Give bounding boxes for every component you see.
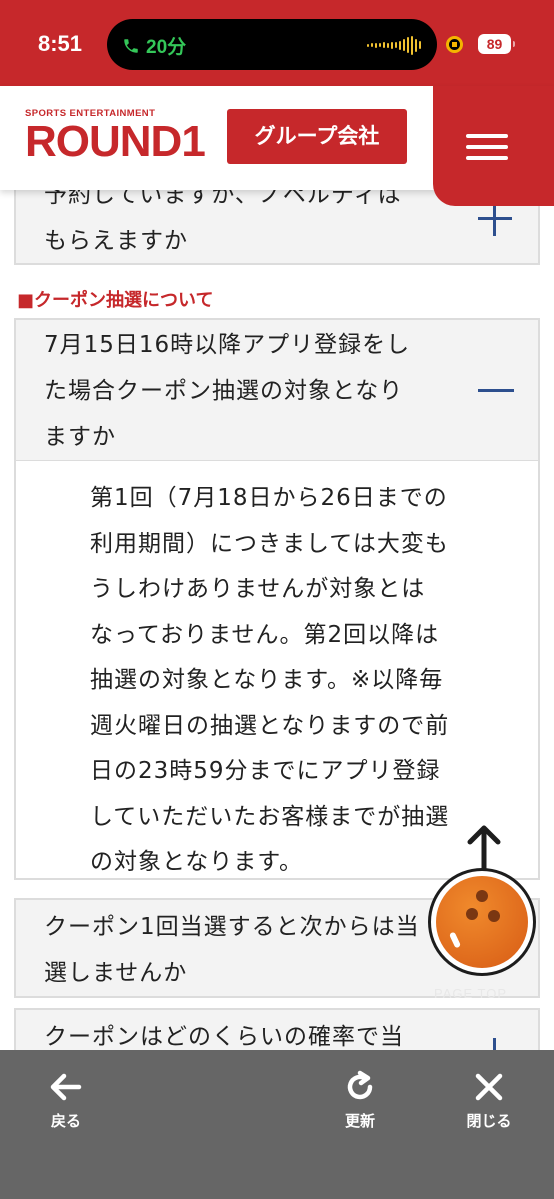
status-bar: 8:51 20分 89 (0, 0, 554, 86)
phone-icon (124, 38, 138, 53)
faq-question: クーポン1回当選すると次からは当 選しませんか (44, 914, 420, 986)
refresh-label: 更新 (344, 1112, 375, 1130)
bowling-ball-icon (428, 868, 536, 976)
back-label: 戻る (50, 1112, 81, 1130)
page-top-button[interactable]: PAGE TOP (428, 824, 540, 1009)
refresh-icon (347, 1070, 373, 1100)
dynamic-island[interactable]: 20分 (107, 19, 437, 70)
plus-icon[interactable] (478, 202, 512, 236)
section-heading: ■クーポン抽選について (17, 290, 214, 311)
bottom-toolbar: 戻る 更新 閉じる (0, 1050, 554, 1199)
audio-wave-icon (367, 35, 421, 55)
close-button[interactable]: 閉じる (449, 1070, 529, 1131)
call-indicator: 20分 (122, 32, 186, 59)
call-duration: 20分 (146, 37, 187, 58)
logo-text: ROUND1 (25, 117, 206, 166)
arrow-left-icon (50, 1073, 82, 1101)
back-button[interactable]: 戻る (26, 1070, 106, 1131)
battery-icon: 89 (478, 34, 515, 54)
close-label: 閉じる (466, 1112, 512, 1130)
faq-item-open[interactable]: 7月15日16時以降アプリ登録をし た場合クーポン抽選の対象となり ますか (14, 318, 540, 462)
faq-question: 7月15日16時以降アプリ登録をし た場合クーポン抽選の対象となり ますか (44, 332, 411, 450)
minus-icon[interactable] (478, 374, 514, 408)
hamburger-menu-button[interactable] (433, 86, 554, 206)
logo[interactable]: SPORTS ENTERTAINMENT ROUND1 (25, 108, 206, 168)
close-icon (475, 1073, 503, 1101)
refresh-button[interactable]: 更新 (320, 1070, 400, 1131)
arrow-up-icon (467, 825, 501, 873)
recording-icon (446, 36, 463, 53)
page-top-label: PAGE TOP (434, 986, 508, 1001)
status-time: 8:51 (38, 31, 83, 56)
faq-answer: 第1回（7月18日から26日までの 利用期間）につきましては大変も うしわけあり… (14, 461, 540, 880)
group-companies-button[interactable]: グループ会社 (227, 109, 407, 164)
